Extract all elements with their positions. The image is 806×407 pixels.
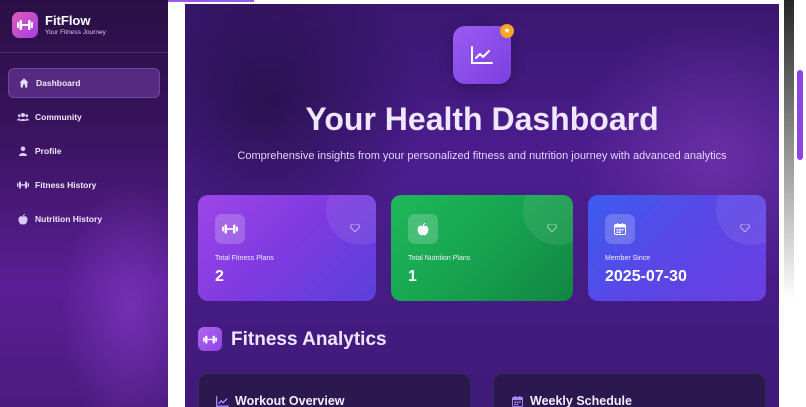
users-icon — [17, 111, 29, 123]
dumbbell-icon — [12, 12, 38, 38]
stat-value: 2 — [215, 268, 224, 285]
dumbbell-icon — [198, 327, 222, 351]
sidebar-item-label: Nutrition History — [35, 214, 103, 224]
stat-value: 2025-07-30 — [605, 268, 687, 285]
stat-value: 1 — [408, 268, 417, 285]
workout-overview-panel: Workout Overview — [198, 373, 471, 407]
section-title: Fitness Analytics — [231, 329, 387, 350]
weekly-schedule-panel: Weekly Schedule — [493, 373, 766, 407]
sidebar-item-profile[interactable]: Profile — [8, 136, 160, 166]
panel-title: Weekly Schedule — [530, 394, 632, 407]
apple-icon — [408, 214, 438, 244]
stat-label: Total Nutrition Plans — [408, 255, 471, 262]
page-edge-shadow — [784, 0, 794, 300]
stat-card-fitness-plans[interactable]: Total Fitness Plans 2 — [198, 195, 376, 301]
dumbbell-icon — [17, 179, 29, 191]
star-icon: ★ — [500, 24, 514, 38]
sidebar-item-community[interactable]: Community — [8, 102, 160, 132]
chart-line-icon — [216, 395, 229, 407]
page-subtitle: Comprehensive insights from your persona… — [237, 150, 727, 162]
calendar-icon — [605, 214, 635, 244]
sidebar-item-label: Community — [35, 112, 82, 122]
sidebar-item-nutrition-history[interactable]: Nutrition History — [8, 204, 160, 234]
stat-card-member-since[interactable]: Member Since 2025-07-30 — [588, 195, 766, 301]
home-icon — [18, 77, 30, 89]
apple-icon — [17, 213, 29, 225]
sidebar-item-fitness-history[interactable]: Fitness History — [8, 170, 160, 200]
panel-title: Workout Overview — [235, 394, 345, 407]
calendar-icon — [511, 395, 524, 407]
gem-icon — [350, 223, 360, 233]
stat-label: Member Since — [605, 255, 651, 262]
gem-icon — [547, 223, 557, 233]
brand[interactable]: FitFlow Your Fitness Journey — [12, 12, 106, 38]
user-icon — [17, 145, 29, 157]
brand-tagline: Your Fitness Journey — [45, 29, 106, 36]
dumbbell-icon — [215, 214, 245, 244]
loading-progress-bar — [168, 0, 254, 2]
page-scrollbar-thumb[interactable] — [797, 70, 803, 160]
stat-label: Total Fitness Plans — [215, 255, 274, 262]
sidebar-nav: Dashboard Community Profile Fitness Hist… — [8, 68, 160, 238]
sidebar-item-label: Fitness History — [35, 180, 97, 190]
page-scrollbar-track[interactable] — [794, 0, 806, 407]
brand-name: FitFlow — [45, 13, 91, 28]
dashboard-main: ★ Your Health Dashboard Comprehensive in… — [185, 4, 779, 407]
gem-icon — [740, 223, 750, 233]
sidebar-item-label: Dashboard — [36, 78, 81, 88]
stat-card-nutrition-plans[interactable]: Total Nutrition Plans 1 — [391, 195, 573, 301]
divider — [0, 52, 168, 53]
sidebar-item-label: Profile — [35, 146, 62, 156]
page-title: Your Health Dashboard — [305, 101, 659, 137]
sidebar-item-dashboard[interactable]: Dashboard — [8, 68, 160, 98]
chart-line-icon: ★ — [453, 24, 514, 84]
sidebar: FitFlow Your Fitness Journey Dashboard C… — [0, 0, 168, 407]
